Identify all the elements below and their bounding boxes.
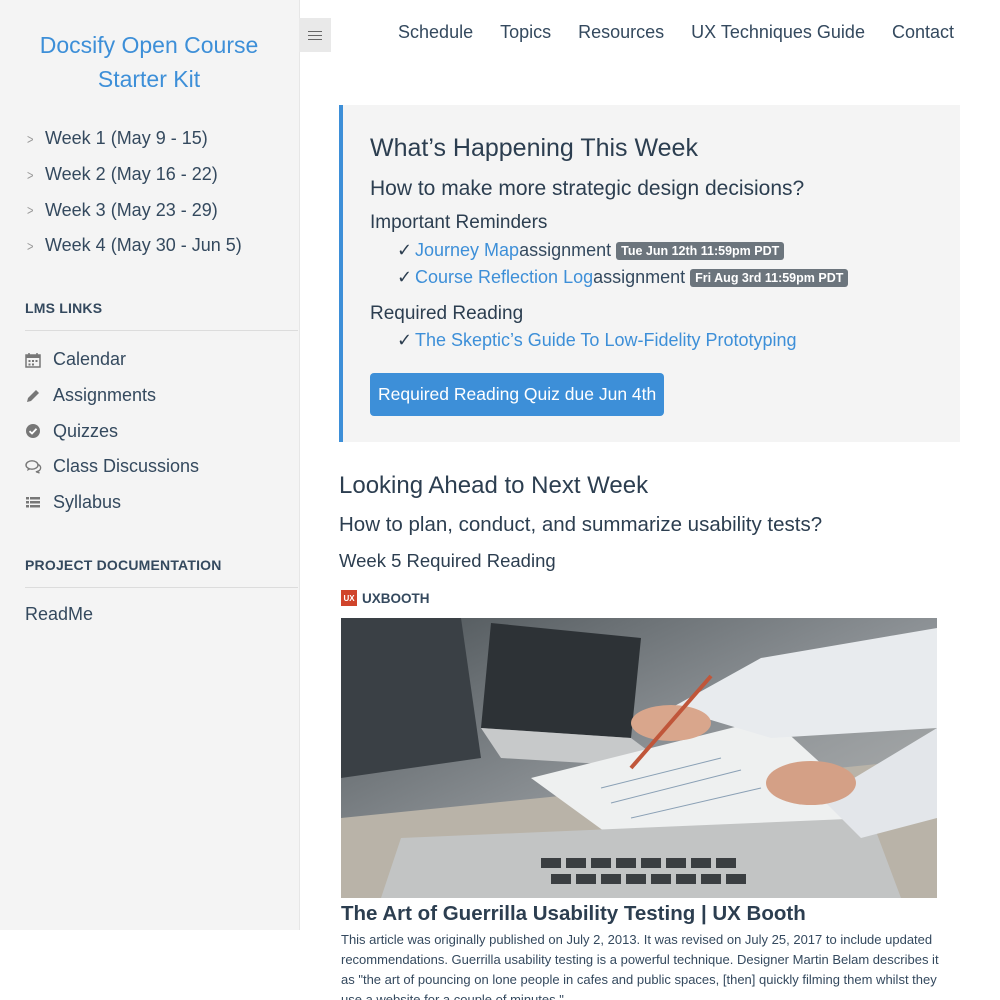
comments-icon <box>25 459 53 475</box>
nav-link-schedule[interactable]: Schedule <box>398 22 473 43</box>
sidebar-item-label: Assignments <box>53 385 157 406</box>
reminder-item: ✓ Course Reflection Log assignment Fri A… <box>397 267 849 288</box>
low-fidelity-prototyping-link[interactable]: The Skeptic’s Guide To Low-Fidelity Prot… <box>415 330 797 351</box>
this-week-callout: What’s Happening This Week How to make m… <box>339 105 960 442</box>
top-nav: Schedule Topics Resources UX Techniques … <box>398 22 954 43</box>
reminder-suffix: assignment <box>519 240 612 260</box>
sidebar-item-quizzes[interactable]: Quizzes <box>25 413 199 449</box>
lms-links-heading: LMS LINKS <box>25 300 103 316</box>
sidebar: Docsify Open Course Starter Kit > Week 1… <box>0 0 300 930</box>
nav-link-resources[interactable]: Resources <box>578 22 664 43</box>
sidebar-item-week-4[interactable]: > Week 4 (May 30 - Jun 5) <box>25 228 242 264</box>
hamburger-icon-bar <box>308 30 322 32</box>
hamburger-icon-bar <box>308 38 322 40</box>
sidebar-item-label: Week 2 (May 16 - 22) <box>45 164 218 185</box>
due-date-badge: Tue Jun 12th 11:59pm PDT <box>616 241 785 260</box>
nav-link-contact[interactable]: Contact <box>892 22 954 43</box>
app-title[interactable]: Docsify Open Course Starter Kit <box>0 28 298 96</box>
checkmark-icon: ✓ <box>397 330 413 350</box>
this-week-title: What’s Happening This Week <box>370 134 698 162</box>
sidebar-item-label: Quizzes <box>53 420 119 441</box>
article-description: This article was originally published on… <box>341 932 939 1000</box>
lms-links-list: Calendar Assignments Quizzes Class Discu… <box>25 342 199 520</box>
sidebar-item-readme[interactable]: ReadMe <box>25 604 93 625</box>
check-circle-icon <box>25 423 53 439</box>
reminders-heading: Important Reminders <box>370 212 548 233</box>
pencil-icon <box>25 388 53 404</box>
chevron-right-icon: > <box>27 166 34 183</box>
sidebar-item-week-1[interactable]: > Week 1 (May 9 - 15) <box>25 121 242 157</box>
sidebar-item-label: Week 3 (May 23 - 29) <box>45 199 218 220</box>
sidebar-item-week-2[interactable]: > Week 2 (May 16 - 22) <box>25 157 242 193</box>
project-documentation-heading: PROJECT DOCUMENTATION <box>25 557 222 573</box>
next-week-subtitle: How to plan, conduct, and summarize usab… <box>339 513 823 536</box>
sidebar-item-assignments[interactable]: Assignments <box>25 378 199 414</box>
journey-map-link[interactable]: Journey Map <box>415 240 519 261</box>
sidebar-item-syllabus[interactable]: Syllabus <box>25 485 199 521</box>
hamburger-icon-bar <box>308 34 322 36</box>
app-title-line2[interactable]: Starter Kit <box>0 62 298 96</box>
chevron-right-icon: > <box>27 130 34 147</box>
divider <box>25 587 298 588</box>
chevron-right-icon: > <box>27 237 34 254</box>
article-preview-image[interactable] <box>341 618 937 898</box>
reminder-item: ✓ Journey Map assignment Tue Jun 12th 11… <box>397 240 785 261</box>
calendar-icon <box>25 352 53 368</box>
link-preview-site[interactable]: UX UXBOOTH <box>341 590 430 606</box>
course-reflection-log-link[interactable]: Course Reflection Log <box>415 267 593 288</box>
app-title-line1[interactable]: Docsify Open Course <box>0 28 298 62</box>
due-date-badge: Fri Aug 3rd 11:59pm PDT <box>690 268 849 287</box>
required-reading-heading: Required Reading <box>370 303 524 324</box>
this-week-subtitle: How to make more strategic design decisi… <box>370 177 805 200</box>
chevron-right-icon: > <box>27 202 34 219</box>
sidebar-item-calendar[interactable]: Calendar <box>25 342 199 378</box>
sidebar-item-label: Week 1 (May 9 - 15) <box>45 128 208 149</box>
reminder-suffix: assignment <box>593 267 686 287</box>
sidebar-item-class-discussions[interactable]: Class Discussions <box>25 449 199 485</box>
week-5-reading-heading: Week 5 Required Reading <box>339 550 556 571</box>
uxbooth-logo: UX <box>341 590 357 606</box>
sidebar-toggle-button[interactable] <box>299 18 331 52</box>
nav-link-ux-techniques-guide[interactable]: UX Techniques Guide <box>691 22 865 43</box>
sidebar-item-label: Class Discussions <box>53 456 200 477</box>
nav-link-topics[interactable]: Topics <box>500 22 551 43</box>
divider <box>25 330 298 331</box>
next-week-title: Looking Ahead to Next Week <box>339 472 649 499</box>
sidebar-item-label: Week 4 (May 30 - Jun 5) <box>45 235 242 256</box>
checkmark-icon: ✓ <box>397 267 413 287</box>
reading-item: ✓ The Skeptic’s Guide To Low-Fidelity Pr… <box>397 330 797 351</box>
sidebar-item-label: Calendar <box>53 349 127 370</box>
reading-quiz-button[interactable]: Required Reading Quiz due Jun 4th <box>370 373 665 416</box>
checkmark-icon: ✓ <box>397 240 413 260</box>
sidebar-item-week-3[interactable]: > Week 3 (May 23 - 29) <box>25 192 242 228</box>
site-name: UXBOOTH <box>362 590 430 606</box>
list-icon <box>25 495 53 511</box>
article-title-link[interactable]: The Art of Guerrilla Usability Testing |… <box>341 902 806 926</box>
sidebar-item-label: Syllabus <box>53 492 122 513</box>
week-list: > Week 1 (May 9 - 15) > Week 2 (May 16 -… <box>25 121 242 264</box>
